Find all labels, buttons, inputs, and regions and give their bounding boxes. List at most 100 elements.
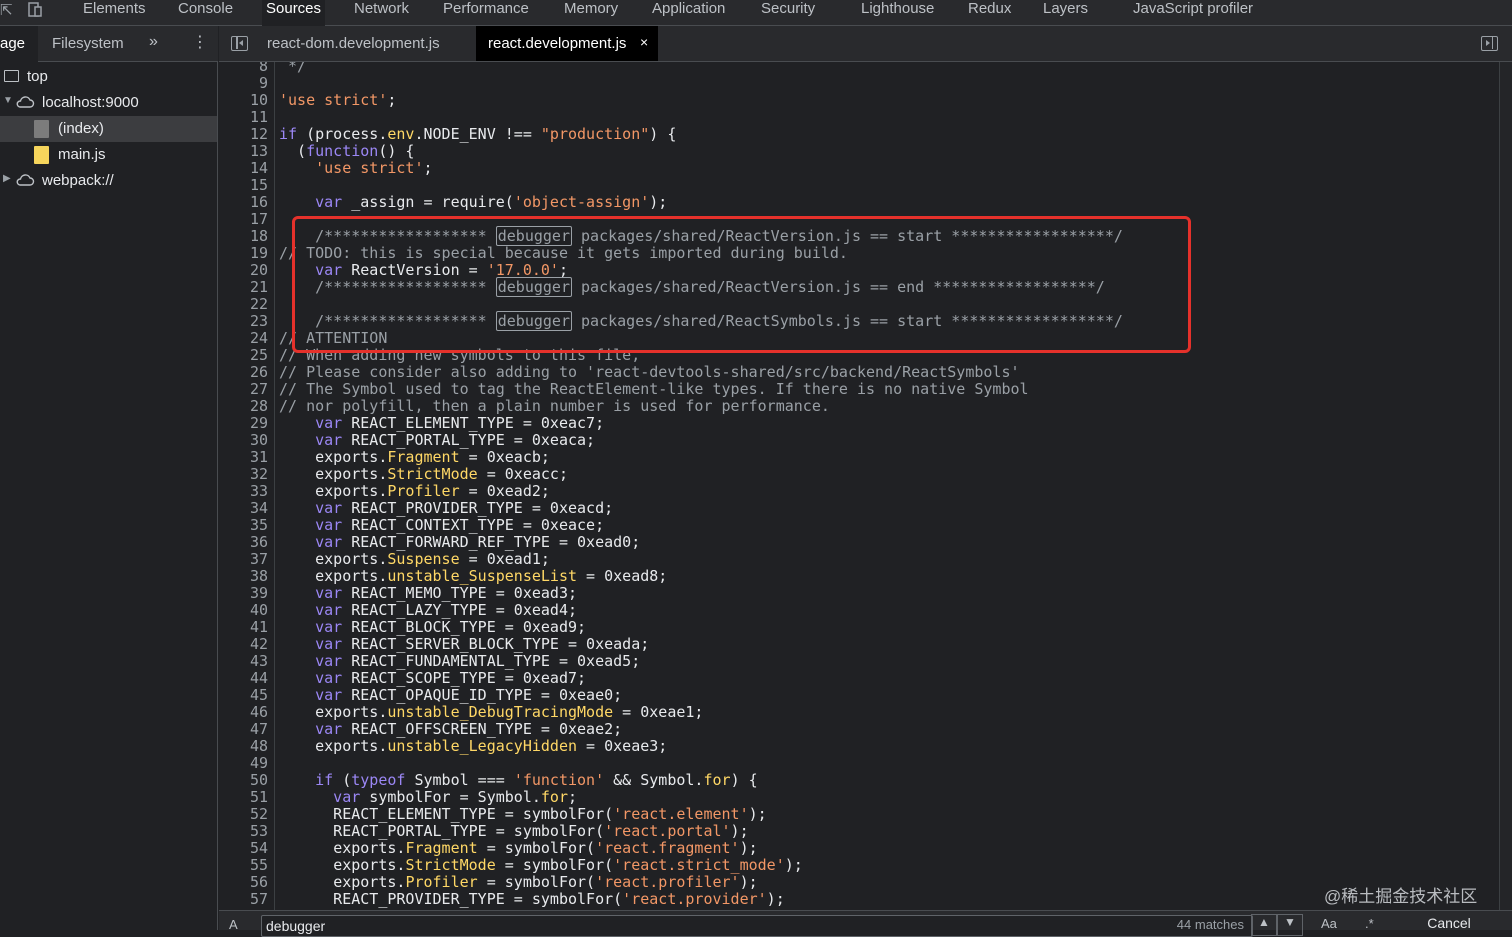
- line-number[interactable]: 52: [219, 806, 268, 823]
- tree-item-label: (index): [58, 120, 104, 137]
- line-number[interactable]: 46: [219, 704, 268, 721]
- line-number[interactable]: 49: [219, 755, 268, 772]
- regex-icon[interactable]: .*: [1365, 916, 1374, 931]
- line-number[interactable]: 45: [219, 687, 268, 704]
- line-number[interactable]: 21: [219, 279, 268, 296]
- editor-tab-label: react.development.js: [488, 35, 627, 52]
- line-number[interactable]: 17: [219, 211, 268, 228]
- line-number[interactable]: 37: [219, 551, 268, 568]
- code-line-36: var REACT_FORWARD_REF_TYPE = 0xead0;: [315, 533, 641, 551]
- code-line-54: exports.Fragment = symbolFor('react.frag…: [333, 839, 758, 857]
- tab-performance[interactable]: Performance: [443, 0, 529, 26]
- tab-filesystem[interactable]: Filesystem: [52, 35, 124, 52]
- code-editor[interactable]: 8 9 10 11 12 13 14 15 16 17 18 19 20 21 22 23 24 25 26 27 28…: [219, 62, 1512, 910]
- more-tabs-icon[interactable]: »: [149, 33, 158, 51]
- line-number[interactable]: 50: [219, 772, 268, 789]
- line-number[interactable]: 25: [219, 347, 268, 364]
- code-line-47: var REACT_OFFSCREEN_TYPE = 0xeae2;: [315, 720, 623, 738]
- line-number[interactable]: 11: [219, 109, 268, 126]
- tab-sources[interactable]: Sources: [262, 0, 326, 26]
- line-number[interactable]: 31: [219, 449, 268, 466]
- tab-layers[interactable]: Layers: [1043, 0, 1088, 26]
- line-number[interactable]: 15: [219, 177, 268, 194]
- line-number[interactable]: 41: [219, 619, 268, 636]
- device-toolbar-icon[interactable]: [26, 0, 44, 22]
- line-number[interactable]: 51: [219, 789, 268, 806]
- line-number[interactable]: 48: [219, 738, 268, 755]
- tree-item-main-js[interactable]: main.js: [0, 142, 217, 168]
- frame-icon: [4, 70, 19, 82]
- search-input[interactable]: debugger: [261, 915, 1253, 937]
- next-match-button[interactable]: ▼: [1277, 914, 1303, 936]
- tab-console[interactable]: Console: [178, 0, 233, 26]
- close-icon[interactable]: ×: [640, 34, 648, 50]
- line-number[interactable]: 38: [219, 568, 268, 585]
- line-number[interactable]: 36: [219, 534, 268, 551]
- inspect-element-icon[interactable]: ⇱: [0, 1, 13, 19]
- line-number[interactable]: 54: [219, 840, 268, 857]
- line-number[interactable]: 23: [219, 313, 268, 330]
- editor-tab-bar: react-dom.development.js react.developme…: [219, 26, 1512, 62]
- line-number[interactable]: 32: [219, 466, 268, 483]
- tab-lighthouse[interactable]: Lighthouse: [861, 0, 934, 26]
- toggle-navigator-icon[interactable]: [231, 36, 248, 51]
- line-number[interactable]: 33: [219, 483, 268, 500]
- line-number[interactable]: 12: [219, 126, 268, 143]
- line-number[interactable]: 18: [219, 228, 268, 245]
- line-number[interactable]: 19: [219, 245, 268, 262]
- tab-javascript-profiler[interactable]: JavaScript profiler: [1133, 0, 1253, 26]
- line-number[interactable]: 9: [219, 75, 268, 92]
- line-number[interactable]: 57: [219, 891, 268, 908]
- editor-tab-react-dom[interactable]: react-dom.development.js: [257, 26, 475, 61]
- more-options-icon[interactable]: ⋮: [192, 32, 208, 52]
- code-line-53: REACT_PORTAL_TYPE = symbolFor('react.por…: [279, 822, 749, 840]
- cancel-button[interactable]: Cancel: [1419, 915, 1479, 937]
- line-number[interactable]: 13: [219, 143, 268, 160]
- line-number[interactable]: 26: [219, 364, 268, 381]
- line-number[interactable]: 47: [219, 721, 268, 738]
- line-number[interactable]: 56: [219, 874, 268, 891]
- line-number[interactable]: 16: [219, 194, 268, 211]
- toggle-debugger-icon[interactable]: [1481, 36, 1498, 51]
- line-number[interactable]: 22: [219, 296, 268, 313]
- line-number[interactable]: 30: [219, 432, 268, 449]
- editor-tab-react[interactable]: react.development.js ×: [476, 26, 658, 61]
- vertical-scrollbar[interactable]: [1499, 62, 1512, 910]
- expanded-triangle-icon[interactable]: ▼: [3, 95, 13, 106]
- code-line-12: if (process.env.NODE_ENV !== "production…: [279, 125, 677, 143]
- tree-item-localhost[interactable]: ▼ localhost:9000: [0, 90, 217, 116]
- line-number[interactable]: 20: [219, 262, 268, 279]
- previous-match-button[interactable]: ▲: [1251, 914, 1277, 936]
- line-number[interactable]: 44: [219, 670, 268, 687]
- line-number[interactable]: 43: [219, 653, 268, 670]
- tree-item-index[interactable]: (index): [0, 116, 217, 142]
- tab-security[interactable]: Security: [761, 0, 815, 26]
- line-number[interactable]: 10: [219, 92, 268, 109]
- search-match-highlight: debugger: [495, 311, 572, 331]
- line-number[interactable]: 35: [219, 517, 268, 534]
- code-line-26: // Please consider also adding to 'react…: [279, 363, 1020, 381]
- line-number[interactable]: 14: [219, 160, 268, 177]
- line-number[interactable]: 24: [219, 330, 268, 347]
- tab-application[interactable]: Application: [652, 0, 725, 26]
- collapsed-triangle-icon[interactable]: ▶: [3, 173, 11, 184]
- tab-elements[interactable]: Elements: [83, 0, 146, 26]
- tab-network[interactable]: Network: [354, 0, 409, 26]
- line-number[interactable]: 29: [219, 415, 268, 432]
- code-line-37: exports.Suspense = 0xead1;: [315, 550, 550, 568]
- tree-item-webpack[interactable]: ▶ webpack://: [0, 168, 217, 194]
- line-number[interactable]: 28: [219, 398, 268, 415]
- tab-redux[interactable]: Redux: [968, 0, 1011, 26]
- code-line-21: /****************** debugger packages/sh…: [279, 277, 1105, 297]
- tab-memory[interactable]: Memory: [564, 0, 618, 26]
- match-case-icon[interactable]: Aa: [1321, 916, 1337, 931]
- line-number[interactable]: 27: [219, 381, 268, 398]
- tree-item-top[interactable]: top: [0, 64, 217, 90]
- line-number[interactable]: 55: [219, 857, 268, 874]
- tab-page[interactable]: age: [0, 35, 25, 52]
- line-number[interactable]: 42: [219, 636, 268, 653]
- line-number[interactable]: 40: [219, 602, 268, 619]
- line-number[interactable]: 39: [219, 585, 268, 602]
- line-number[interactable]: 53: [219, 823, 268, 840]
- line-number[interactable]: 34: [219, 500, 268, 517]
